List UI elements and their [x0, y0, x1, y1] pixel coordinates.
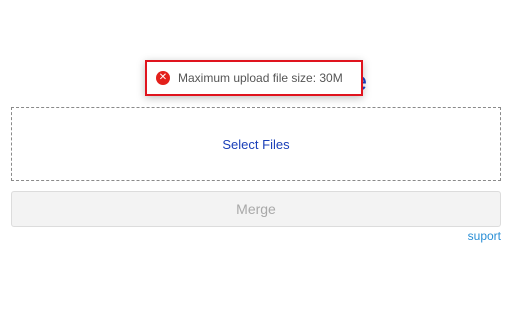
- select-files-button[interactable]: Select Files: [222, 137, 289, 152]
- support-link[interactable]: suport: [468, 229, 501, 243]
- error-toast: ✕ Maximum upload file size: 30M: [145, 60, 363, 96]
- merge-button[interactable]: Merge: [11, 191, 501, 227]
- error-icon: ✕: [156, 71, 170, 85]
- toast-message: Maximum upload file size: 30M: [178, 71, 343, 85]
- file-dropzone[interactable]: Select Files: [11, 107, 501, 181]
- page: Merge PDF Online ✕ Maximum upload file s…: [0, 0, 512, 320]
